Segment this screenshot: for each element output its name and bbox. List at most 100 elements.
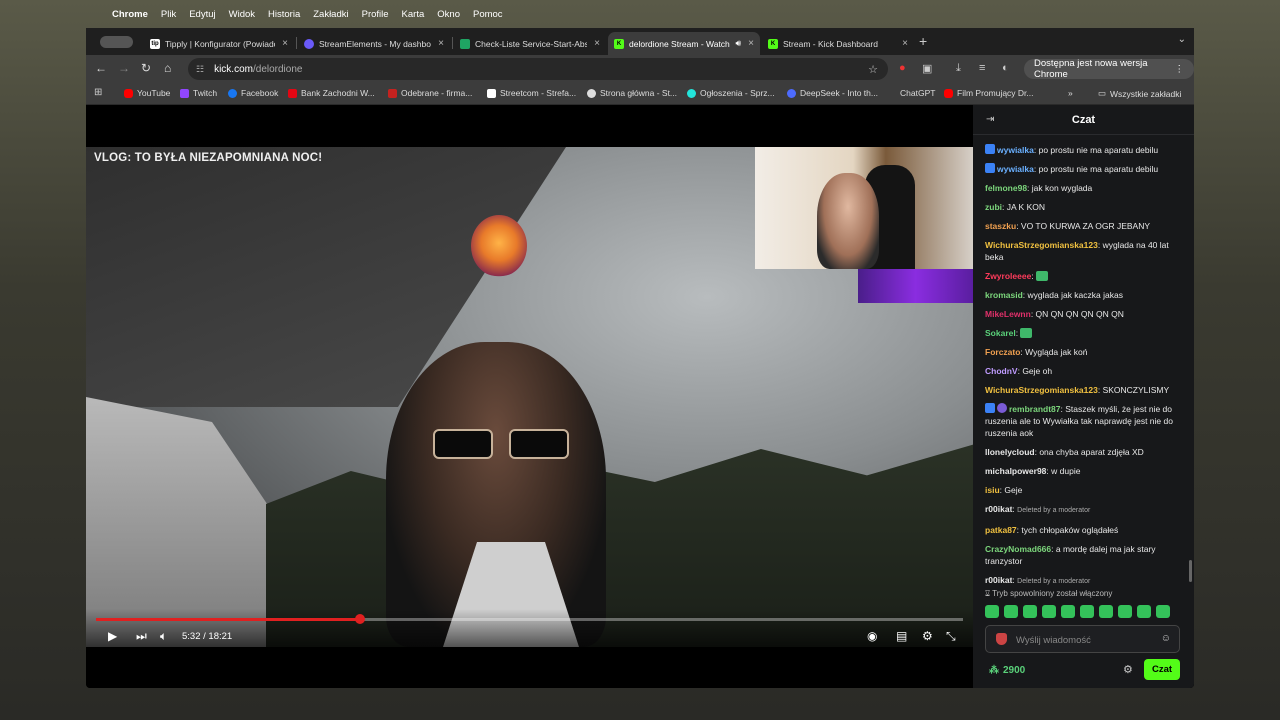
seek-bar[interactable] bbox=[96, 614, 963, 624]
extension-icon[interactable]: ● bbox=[899, 62, 906, 74]
bookmarks-overflow-icon[interactable]: » bbox=[1068, 88, 1073, 98]
new-tab-icon[interactable]: + bbox=[919, 33, 927, 49]
chat-username[interactable]: ChodnV bbox=[985, 366, 1018, 376]
emote-icon[interactable] bbox=[1042, 605, 1056, 618]
emote-icon[interactable] bbox=[1004, 605, 1018, 618]
gear-icon[interactable]: ⚙ bbox=[1123, 663, 1133, 676]
channel-points[interactable]: ⁂ 2900 bbox=[989, 665, 1025, 676]
speaker-icon[interactable]: 🔊︎ bbox=[735, 38, 741, 49]
chat-username[interactable]: rembrandt87 bbox=[1009, 404, 1061, 414]
download-icon[interactable]: ⤓ bbox=[956, 62, 961, 75]
tab-tipply[interactable]: tip Tipply | Konfigurator (Powiadomienia… bbox=[144, 32, 294, 55]
tab-checklist[interactable]: Check-Liste Service-Start-Abschluss × bbox=[454, 32, 606, 55]
chat-input[interactable] bbox=[1016, 631, 1156, 649]
extensions-puzzle-icon[interactable]: ▣ bbox=[922, 62, 932, 75]
chat-username[interactable]: WichuraStrzegomianska123 bbox=[985, 385, 1098, 395]
play-icon[interactable]: ▶ bbox=[108, 629, 117, 643]
site-info-icon[interactable]: ☷ bbox=[196, 64, 204, 75]
bookmark-youtube[interactable]: YouTube bbox=[124, 88, 170, 98]
chat-username[interactable]: kromasid bbox=[985, 290, 1023, 300]
bookmark-twitch[interactable]: Twitch bbox=[180, 88, 217, 98]
menu-profile[interactable]: Profile bbox=[362, 9, 389, 20]
bookmark-chatgpt[interactable]: ChatGPT bbox=[900, 88, 935, 98]
chat-username[interactable]: wywialka bbox=[997, 145, 1034, 155]
kebab-menu-icon[interactable]: ⋮ bbox=[1175, 64, 1185, 75]
tab-kick-dashboard[interactable]: K Stream - Kick Dashboard × bbox=[762, 32, 914, 55]
close-icon[interactable]: × bbox=[282, 38, 288, 49]
home-icon[interactable]: ⌂ bbox=[164, 61, 171, 75]
bookmark-star-icon[interactable]: ☆ bbox=[868, 63, 878, 76]
chat-username[interactable]: Sokarel bbox=[985, 328, 1016, 338]
emote-icon[interactable] bbox=[1156, 605, 1170, 618]
autoplay-toggle-icon[interactable]: ◉ bbox=[867, 629, 877, 643]
menu-edytuj[interactable]: Edytuj bbox=[189, 9, 215, 20]
chat-username[interactable]: isiu bbox=[985, 485, 1000, 495]
close-icon[interactable]: × bbox=[902, 38, 908, 49]
chat-username[interactable]: Zwyroleeee bbox=[985, 271, 1031, 281]
chat-username[interactable]: zubi bbox=[985, 202, 1002, 212]
chat-username[interactable]: staszku bbox=[985, 221, 1016, 231]
apps-grid-icon[interactable]: ⊞ bbox=[94, 87, 102, 98]
tab-delordione-stream[interactable]: K delordione Stream - Watch Live 🔊︎ × bbox=[608, 32, 760, 55]
chevron-down-icon[interactable]: ⌄ bbox=[1178, 34, 1186, 45]
menu-widok[interactable]: Widok bbox=[229, 9, 255, 20]
close-icon[interactable]: × bbox=[438, 38, 444, 49]
menu-karta[interactable]: Karta bbox=[402, 9, 425, 20]
address-bar[interactable]: ☷ kick.com/delordione ☆ bbox=[188, 58, 888, 80]
exit-fullscreen-icon[interactable]: ⤡ bbox=[946, 629, 956, 644]
tab-streamelements[interactable]: StreamElements - My dashboard × bbox=[298, 32, 450, 55]
bookmark-streetcom[interactable]: Streetcom - Strefa... bbox=[487, 88, 576, 98]
subtitles-icon[interactable]: ▤ bbox=[896, 629, 907, 643]
chat-username[interactable]: WichuraStrzegomianska123 bbox=[985, 240, 1098, 250]
bookmark-strona-glowna[interactable]: Strona główna - St... bbox=[587, 88, 677, 98]
emote-icon[interactable] bbox=[1080, 605, 1094, 618]
moderator-badge-icon[interactable] bbox=[997, 403, 1007, 413]
bookmark-deepseek[interactable]: DeepSeek - Into th... bbox=[787, 88, 878, 98]
chat-username[interactable]: felmone98 bbox=[985, 183, 1027, 193]
close-icon[interactable]: × bbox=[748, 38, 754, 49]
back-icon[interactable]: ← bbox=[95, 61, 107, 75]
chat-username[interactable]: r00ikat bbox=[985, 504, 1012, 514]
emote-icon[interactable] bbox=[1099, 605, 1113, 618]
media-control-icon[interactable]: ≡ bbox=[979, 62, 985, 74]
chat-username[interactable]: r00ikat bbox=[985, 575, 1012, 585]
menu-pomoc[interactable]: Pomoc bbox=[473, 9, 503, 20]
menu-app-name[interactable]: Chrome bbox=[112, 9, 148, 20]
tab-group-pill[interactable] bbox=[100, 36, 133, 48]
chat-username[interactable]: patka87 bbox=[985, 525, 1017, 535]
settings-icon[interactable]: ⚙ bbox=[922, 629, 933, 643]
menu-okno[interactable]: Okno bbox=[437, 9, 460, 20]
emoji-icon[interactable]: ☺ bbox=[1161, 633, 1171, 644]
verified-badge-icon[interactable] bbox=[985, 403, 995, 413]
chat-scrollbar[interactable] bbox=[1189, 560, 1192, 582]
profile-icon[interactable]: ◐ bbox=[1002, 62, 1009, 74]
emote-icon[interactable] bbox=[1118, 605, 1132, 618]
video-player[interactable]: VLOG: TO BYŁA NIEZAPOMNIANA NOC! ▶ ⏭︎ 🔈︎… bbox=[86, 147, 973, 647]
all-bookmarks[interactable]: ▭ Wszystkie zakładki bbox=[1098, 88, 1181, 99]
chat-username[interactable]: llonelycloud bbox=[985, 447, 1035, 457]
verified-badge-icon[interactable] bbox=[985, 144, 995, 154]
next-icon[interactable]: ⏭︎ bbox=[136, 629, 147, 644]
chat-username[interactable]: MikeLewnn bbox=[985, 309, 1031, 319]
seek-handle[interactable] bbox=[355, 614, 366, 624]
chat-username[interactable]: michalpower98 bbox=[985, 466, 1046, 476]
close-icon[interactable]: × bbox=[594, 38, 600, 49]
send-chat-button[interactable]: Czat bbox=[1144, 659, 1180, 680]
bookmark-gmail[interactable]: Odebrane - firma... bbox=[388, 88, 472, 98]
forward-icon[interactable]: → bbox=[118, 61, 130, 75]
chat-username[interactable]: Forczato bbox=[985, 347, 1020, 357]
emote-icon[interactable] bbox=[1061, 605, 1075, 618]
chat-username[interactable]: wywialka bbox=[997, 164, 1034, 174]
emote-icon[interactable] bbox=[1137, 605, 1151, 618]
volume-icon[interactable]: 🔈︎ bbox=[160, 629, 167, 644]
emote-icon[interactable] bbox=[1023, 605, 1037, 618]
bookmark-facebook[interactable]: Facebook bbox=[228, 88, 278, 98]
update-chrome-button[interactable]: Dostępna jest nowa wersja Chrome ⋮ bbox=[1024, 58, 1194, 80]
reload-icon[interactable]: ↻ bbox=[141, 61, 151, 75]
menu-plik[interactable]: Plik bbox=[161, 9, 176, 20]
bookmark-film[interactable]: Film Promujący Dr... bbox=[944, 88, 1034, 98]
verified-badge-icon[interactable] bbox=[985, 163, 995, 173]
bookmark-ogloszenia[interactable]: Ogłoszenia - Sprz... bbox=[687, 88, 775, 98]
menu-zakladki[interactable]: Zakładki bbox=[313, 9, 348, 20]
menu-historia[interactable]: Historia bbox=[268, 9, 300, 20]
